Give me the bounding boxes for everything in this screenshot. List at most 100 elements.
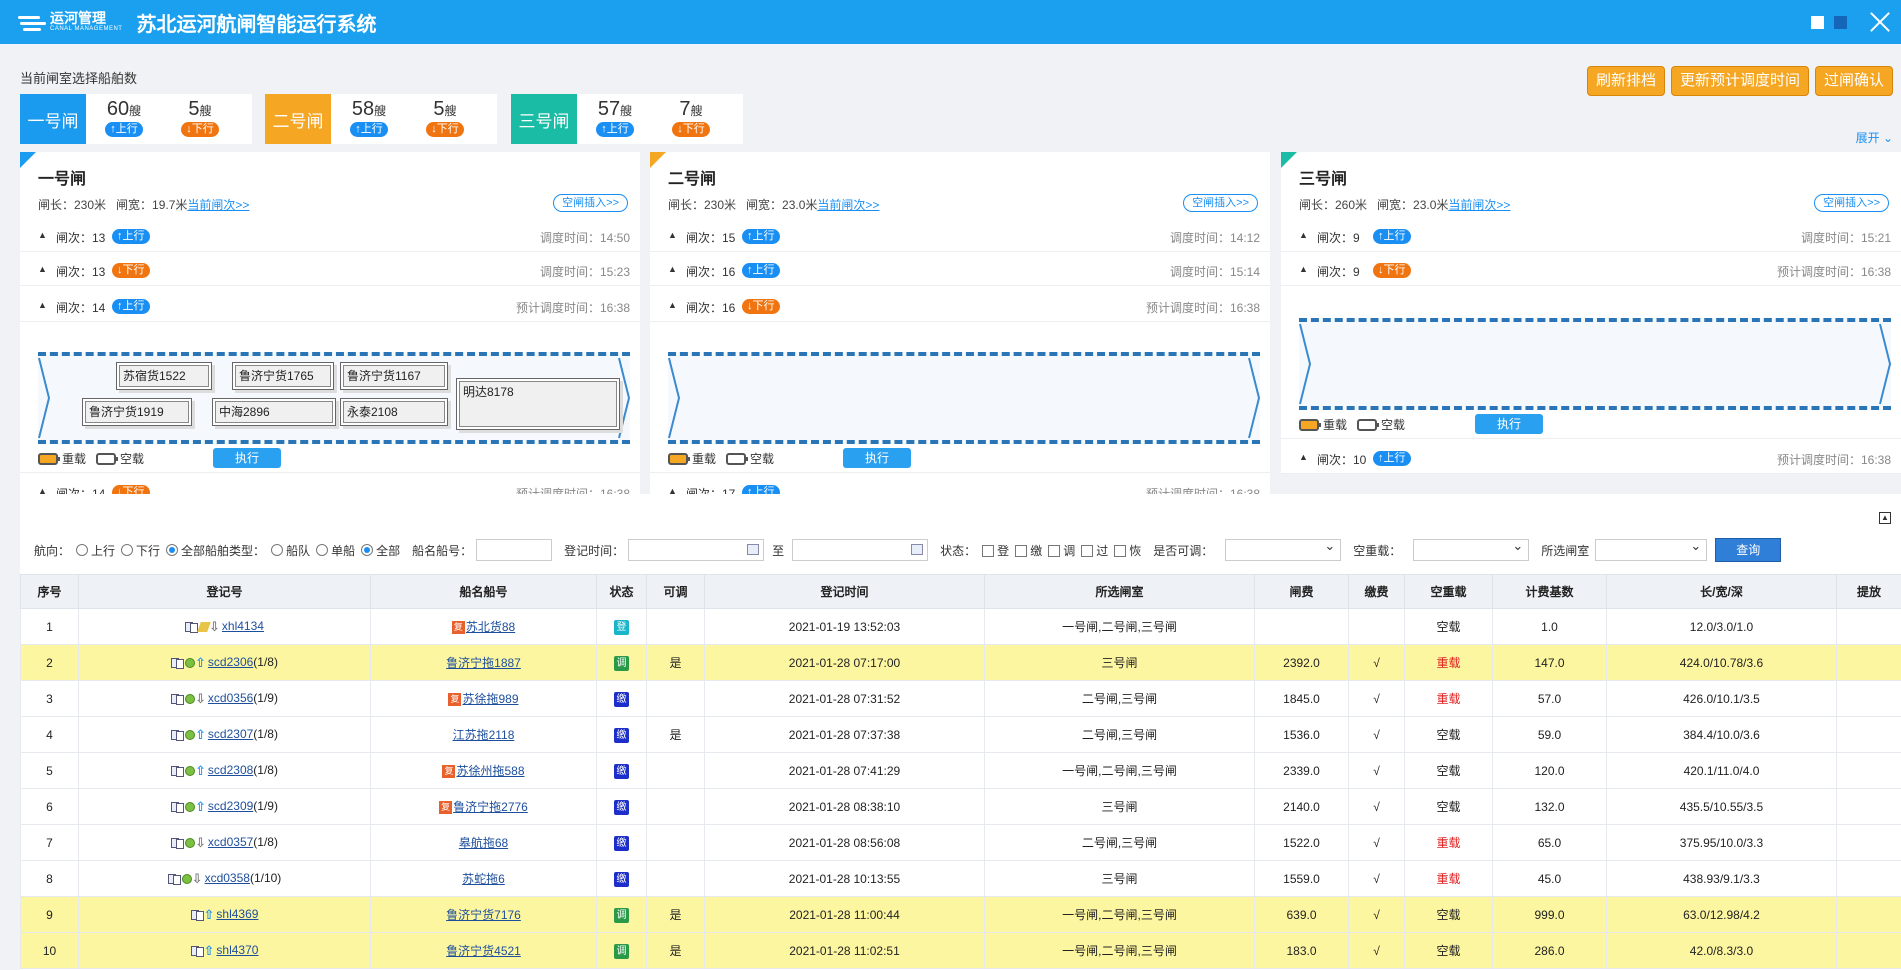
lock-chamber[interactable]: 苏宿货1522 鲁济宁货1765 鲁济宁货1167 明达8178 鲁济宁货1919 中海2… bbox=[38, 352, 630, 444]
copy-icon[interactable] bbox=[172, 875, 181, 885]
status-checkbox[interactable] bbox=[1015, 544, 1028, 557]
status-checkbox[interactable] bbox=[1114, 544, 1127, 557]
ship-block[interactable]: 永泰2108 bbox=[340, 398, 448, 426]
column-header[interactable]: 长/宽/深 bbox=[1606, 574, 1837, 609]
lock-cycle-row[interactable]: ▲ 闸次：14 ↑上行 预计调度时间：16:38 bbox=[20, 292, 640, 322]
column-header[interactable]: 空重载 bbox=[1404, 574, 1493, 609]
adjustable-select[interactable] bbox=[1225, 538, 1342, 561]
ship-name-link[interactable]: 苏蛇拖6 bbox=[462, 872, 505, 886]
column-header[interactable]: 船名船号 bbox=[370, 574, 597, 609]
maximize-icon[interactable] bbox=[1834, 15, 1847, 29]
ship-name-link[interactable]: 苏徐州拖588 bbox=[456, 764, 524, 778]
reg-number-link[interactable]: scd2308 bbox=[208, 763, 253, 777]
caret-up-icon[interactable]: ▲ bbox=[668, 264, 677, 274]
lock-cycle-row[interactable]: ▲ 闸次：15 ↑上行 调度时间：14:12 bbox=[650, 222, 1270, 252]
release-cell[interactable] bbox=[1836, 824, 1901, 861]
release-cell[interactable] bbox=[1836, 716, 1901, 753]
reg-number-link[interactable]: xcd0357 bbox=[208, 835, 253, 849]
check-circle-icon[interactable] bbox=[185, 765, 196, 776]
update-time-button[interactable]: 更新预计调度时间 bbox=[1670, 66, 1809, 96]
check-circle-icon[interactable] bbox=[185, 801, 196, 812]
table-row[interactable]: 9 ⇧ shl4369 鲁济宁货7176 调是 2021-01-28 11:00:44 一号… bbox=[20, 896, 1901, 933]
column-header[interactable]: 闸费 bbox=[1254, 574, 1349, 609]
calendar-icon[interactable] bbox=[747, 544, 760, 555]
caret-up-icon[interactable]: ▲ bbox=[668, 230, 677, 240]
dir-up-radio[interactable] bbox=[76, 544, 89, 556]
table-row[interactable]: 2 ⇧ scd2306(1/8) 鲁济宁拖1887 调是 2021-01-28 07:17… bbox=[20, 644, 1901, 681]
reg-time-end-input[interactable] bbox=[792, 539, 929, 561]
table-row[interactable]: 7 ⇩ xcd0357(1/8) 皋航拖68 缴 2021-01-28 08:56:08 二… bbox=[20, 824, 1901, 861]
reg-time-start-input[interactable] bbox=[628, 539, 765, 561]
check-circle-icon[interactable] bbox=[185, 837, 196, 848]
collapse-icon[interactable]: ▲ bbox=[1879, 512, 1891, 524]
lock-chamber[interactable] bbox=[668, 352, 1260, 444]
ship-name-link[interactable]: 鲁济宁货4521 bbox=[446, 944, 521, 958]
check-circle-icon[interactable] bbox=[181, 873, 192, 884]
release-cell[interactable] bbox=[1836, 752, 1901, 789]
reg-number-link[interactable]: scd2306 bbox=[208, 655, 253, 669]
lock-cycle-row[interactable]: ▲ 闸次：16 ↑上行 调度时间：15:14 bbox=[650, 256, 1270, 286]
table-row[interactable]: 10 ⇧ shl4370 鲁济宁货4521 调是 2021-01-28 11:02:51 一… bbox=[20, 932, 1901, 969]
column-header[interactable]: 所选闸室 bbox=[984, 574, 1255, 609]
release-cell[interactable] bbox=[1836, 680, 1901, 717]
column-header[interactable]: 缴费 bbox=[1348, 574, 1405, 609]
caret-up-icon[interactable]: ▲ bbox=[1299, 264, 1308, 274]
reg-number-link[interactable]: xhl4134 bbox=[222, 619, 264, 633]
check-circle-icon[interactable] bbox=[185, 729, 196, 740]
current-cycle-link[interactable]: 当前闸次>> bbox=[817, 198, 879, 212]
column-header[interactable]: 提放 bbox=[1836, 574, 1901, 609]
execute-button[interactable]: 执行 bbox=[843, 448, 911, 468]
column-header[interactable]: 状态 bbox=[596, 574, 647, 609]
ship-name-link[interactable]: 鲁济宁拖2776 bbox=[453, 800, 528, 814]
empty-insert-button[interactable]: 空闸插入>> bbox=[1183, 194, 1258, 212]
lock-cycle-row[interactable]: ▲ 闸次：13 ↓下行 调度时间：15:23 bbox=[20, 256, 640, 286]
reg-number-link[interactable]: xcd0356 bbox=[208, 691, 253, 705]
release-cell[interactable] bbox=[1836, 896, 1901, 933]
status-checkbox[interactable] bbox=[982, 544, 995, 557]
load-select[interactable] bbox=[1413, 538, 1530, 561]
dir-down-radio[interactable] bbox=[121, 544, 134, 556]
check-circle-icon[interactable] bbox=[185, 693, 196, 704]
release-cell[interactable] bbox=[1836, 788, 1901, 825]
lock-cycle-row[interactable]: ▲ 闸次：10 ↑上行 预计调度时间：16:38 bbox=[1281, 444, 1901, 474]
copy-icon[interactable] bbox=[176, 659, 185, 669]
status-checkbox[interactable] bbox=[1048, 544, 1061, 557]
close-icon[interactable] bbox=[1857, 0, 1901, 44]
copy-icon[interactable] bbox=[176, 839, 185, 849]
lock-cycle-row[interactable]: ▲ 闸次：13 ↑上行 调度时间：14:50 bbox=[20, 222, 640, 252]
column-header[interactable]: 计费基数 bbox=[1492, 574, 1607, 609]
status-checkbox[interactable] bbox=[1081, 544, 1094, 557]
column-header[interactable]: 登记时间 bbox=[704, 574, 985, 609]
empty-insert-button[interactable]: 空闸插入>> bbox=[1814, 194, 1889, 212]
column-header[interactable]: 登记号 bbox=[78, 574, 371, 609]
reg-number-link[interactable]: shl4369 bbox=[216, 907, 258, 921]
reg-number-link[interactable]: xcd0358 bbox=[205, 871, 250, 885]
type-all-radio[interactable] bbox=[361, 544, 374, 556]
restore-icon[interactable] bbox=[1811, 15, 1824, 29]
ship-block[interactable]: 鲁济宁货1765 bbox=[232, 362, 334, 390]
calendar-icon[interactable] bbox=[911, 544, 924, 555]
refresh-schedule-button[interactable]: 刷新排档 bbox=[1586, 66, 1665, 96]
lock-summary-3[interactable]: 三号闸 57艘 ↑上行 7艘 ↓下行 bbox=[511, 94, 743, 144]
lock-chamber[interactable] bbox=[1299, 318, 1891, 410]
copy-icon[interactable] bbox=[176, 767, 185, 777]
caret-up-icon[interactable]: ▲ bbox=[38, 300, 47, 310]
type-fleet-radio[interactable] bbox=[271, 544, 284, 556]
table-row[interactable]: 5 ⇧ scd2308(1/8) 复苏徐州拖588 缴 2021-01-28 07:41:… bbox=[20, 752, 1901, 789]
lock-cycle-row[interactable]: ▲ 闸次：9 ↓下行 预计调度时间：16:38 bbox=[1281, 256, 1901, 286]
execute-button[interactable]: 执行 bbox=[213, 448, 281, 468]
execute-button[interactable]: 执行 bbox=[1475, 414, 1543, 434]
copy-icon[interactable] bbox=[176, 803, 185, 813]
release-cell[interactable] bbox=[1836, 608, 1901, 645]
type-single-radio[interactable] bbox=[316, 544, 329, 556]
expand-toggle[interactable]: 展开 ⌄ bbox=[1856, 129, 1893, 146]
ship-name-input[interactable] bbox=[476, 539, 553, 561]
lock-cycle-row[interactable]: ▲ 闸次：9 ↑上行 调度时间：15:21 bbox=[1281, 222, 1901, 252]
reg-number-link[interactable]: scd2307 bbox=[208, 727, 253, 741]
reg-number-link[interactable]: shl4370 bbox=[216, 943, 258, 957]
confirm-pass-button[interactable]: 过闸确认 bbox=[1814, 66, 1893, 96]
check-circle-icon[interactable] bbox=[185, 657, 196, 668]
ship-name-link[interactable]: 鲁济宁拖1887 bbox=[446, 656, 521, 670]
ship-block[interactable]: 中海2896 bbox=[212, 398, 336, 426]
current-cycle-link[interactable]: 当前闸次>> bbox=[187, 198, 249, 212]
